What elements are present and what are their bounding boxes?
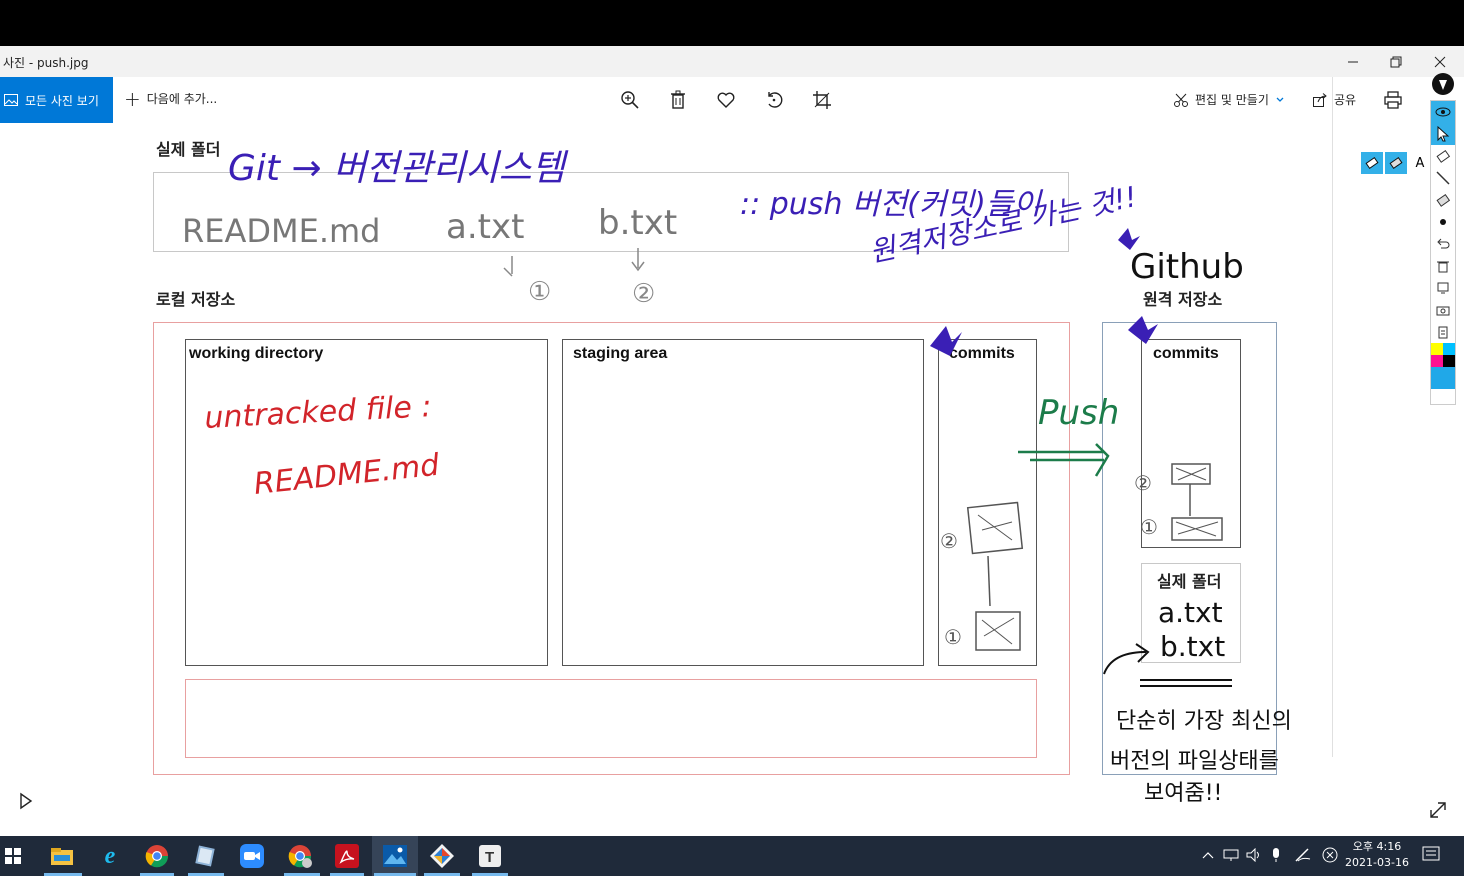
git-tool-icon[interactable] (428, 842, 456, 870)
palette-eraser[interactable] (1431, 189, 1455, 211)
typora-icon[interactable]: T (476, 842, 504, 870)
minimize-icon (1348, 61, 1358, 62)
chrome-icon[interactable] (143, 842, 171, 870)
pen-workspace-icon[interactable] (1294, 847, 1312, 863)
notes-app-icon[interactable] (191, 842, 219, 870)
screen-top-bar (0, 0, 1464, 46)
file-explorer-icon[interactable] (48, 842, 76, 870)
scroll-divider (1332, 77, 1333, 757)
undo-icon (1437, 238, 1450, 249)
pen-icon (1436, 171, 1450, 185)
tray-chevron-up-icon[interactable] (1202, 850, 1214, 860)
annotation-palette (1430, 100, 1456, 405)
close-icon (1434, 56, 1446, 67)
text-tool-icon: A (1415, 155, 1425, 171)
cursor-icon (1437, 126, 1450, 142)
pen-logo-icon (1432, 73, 1454, 95)
system-clock[interactable]: 오후 4:16 2021-03-16 (1344, 839, 1410, 871)
taskbar: e T 오후 4:16 2021-03-16 (0, 836, 1464, 876)
restore-button[interactable] (1374, 46, 1418, 77)
palette-colors[interactable] (1431, 343, 1455, 389)
highlighter-icon (1436, 149, 1451, 163)
eraser-icon (1389, 156, 1403, 170)
dot-icon (1440, 219, 1446, 225)
minimize-button[interactable] (1331, 46, 1375, 77)
palette-logo[interactable] (1430, 70, 1456, 98)
photos-app-icon[interactable] (381, 842, 409, 870)
palette-clipboard[interactable] (1431, 321, 1455, 343)
fullscreen-expand-icon[interactable] (1428, 800, 1448, 820)
volume-icon[interactable] (1246, 848, 1262, 862)
share-label: 공유 (1334, 93, 1357, 107)
staging-area-label: staging area (573, 345, 668, 362)
camera-icon (1436, 306, 1450, 316)
remote-commits-label: commits (1153, 345, 1219, 362)
remote-real-folder-box: 실제 폴더 (1141, 563, 1241, 663)
slideshow-play-icon[interactable] (18, 792, 34, 810)
screen-icon (1437, 282, 1449, 294)
flyout-text[interactable]: A (1409, 152, 1431, 174)
palette-undo[interactable] (1431, 233, 1455, 255)
local-repo-heading: 로컬 저장소 (156, 290, 236, 309)
svg-text:T: T (485, 849, 494, 866)
local-commits-box: commits (938, 339, 1037, 666)
notification-center-icon[interactable] (1422, 846, 1440, 864)
local-commits-label: commits (949, 345, 1015, 362)
trash-icon (1437, 261, 1449, 273)
real-folder-heading: 실제 폴더 (156, 140, 221, 159)
palette-highlighter[interactable] (1431, 145, 1455, 167)
acrobat-icon[interactable] (333, 842, 361, 870)
chrome-alt-icon[interactable] (286, 842, 314, 870)
remote-commits-box: commits (1141, 339, 1241, 548)
title-bar: 사진 - push.jpg (0, 46, 1464, 77)
clock-date: 2021-03-16 (1345, 856, 1409, 869)
palette-pen[interactable] (1431, 167, 1455, 189)
flyout-highlighter[interactable] (1361, 152, 1383, 174)
eraser-icon (1436, 193, 1451, 207)
windows-start-icon[interactable] (5, 848, 21, 864)
clipboard-icon (1438, 326, 1448, 339)
working-directory-box: working directory (185, 339, 548, 666)
remote-repo-heading: 원격 저장소 (1143, 290, 1223, 309)
flyout-eraser[interactable] (1385, 152, 1407, 174)
palette-dot[interactable] (1431, 211, 1455, 233)
window-title: 사진 - push.jpg (3, 56, 89, 70)
working-directory-label: working directory (189, 345, 324, 362)
restore-icon (1390, 56, 1402, 67)
eye-icon (1435, 107, 1451, 117)
network-icon[interactable] (1223, 848, 1239, 862)
palette-trash[interactable] (1431, 255, 1455, 277)
palette-camera[interactable] (1431, 299, 1455, 321)
staging-area-box: staging area (562, 339, 924, 666)
print-icon[interactable] (1381, 88, 1405, 112)
highlighter-icon (1365, 156, 1379, 170)
clock-time: 오후 4:16 (1352, 840, 1402, 853)
remote-real-folder-label: 실제 폴더 (1157, 572, 1222, 591)
zoom-icon[interactable] (238, 842, 266, 870)
palette-cursor[interactable] (1431, 123, 1455, 145)
microphone-icon[interactable] (1270, 847, 1282, 863)
palette-eye[interactable] (1431, 101, 1455, 123)
internet-explorer-icon[interactable]: e (96, 842, 124, 870)
status-x-icon[interactable] (1322, 847, 1338, 863)
palette-screen[interactable] (1431, 277, 1455, 299)
real-folder-box (153, 172, 1069, 252)
local-repo-bottom-box (185, 679, 1037, 758)
palette-flyout: A (1361, 152, 1431, 174)
